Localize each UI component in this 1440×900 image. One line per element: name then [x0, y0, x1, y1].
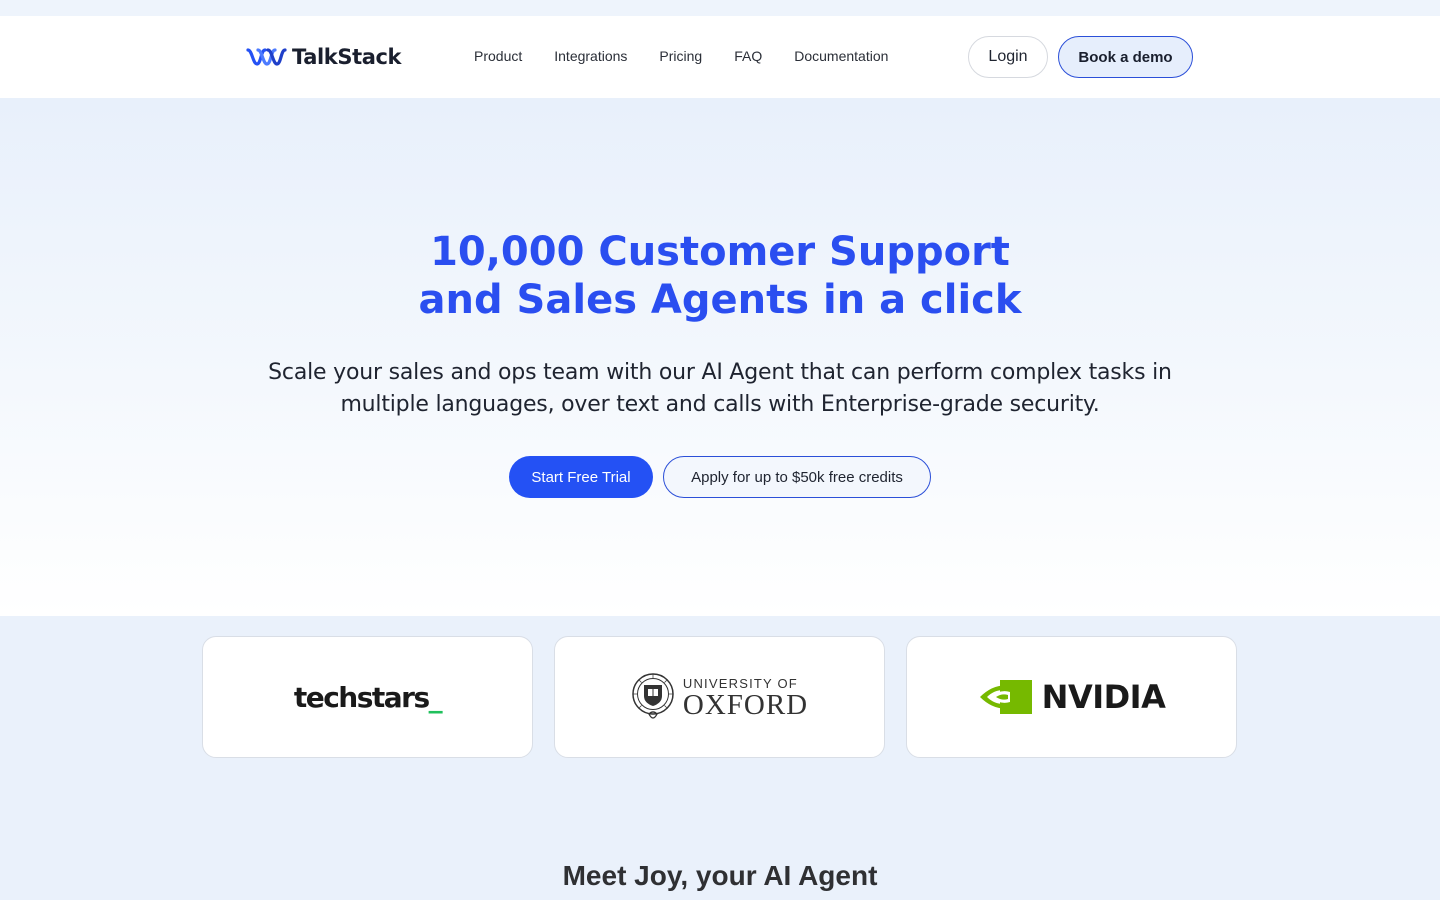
oxford-logo: UNIVERSITY OF OXFORD — [631, 670, 808, 724]
nav-link-documentation[interactable]: Documentation — [794, 48, 888, 64]
hero-subtitle: Scale your sales and ops team with our A… — [268, 360, 1172, 417]
meet-joy-heading: Meet Joy, your AI Agent — [562, 860, 878, 891]
oxford-main-line: OXFORD — [682, 688, 809, 721]
hero-section: 10,000 Customer Support and Sales Agents… — [0, 98, 1440, 616]
partner-logos-section: techstars_ UNIVERSITY OF OXFORD NVIDIA M… — [0, 616, 1440, 900]
techstars-wordmark: techstars — [293, 680, 430, 714]
hero-title-line-2: and Sales Agents in a click — [418, 277, 1022, 323]
nav-link-product[interactable]: Product — [474, 48, 522, 64]
start-free-trial-button[interactable]: Start Free Trial — [509, 456, 653, 498]
partner-card-nvidia: NVIDIA — [906, 636, 1237, 758]
partner-card-oxford: UNIVERSITY OF OXFORD — [554, 636, 885, 758]
brand-name: TalkStack — [292, 45, 402, 69]
nvidia-wordmark: NVIDIA — [1041, 678, 1166, 716]
apply-credits-button[interactable]: Apply for up to $50k free credits — [663, 456, 931, 498]
partner-card-techstars: techstars_ — [202, 636, 533, 758]
techstars-underscore: _ — [428, 680, 443, 714]
wave-logo-icon — [246, 48, 287, 66]
oxford-wordmark: UNIVERSITY OF OXFORD — [682, 676, 809, 721]
nvidia-eye-icon — [979, 680, 1032, 714]
login-button[interactable]: Login — [968, 36, 1048, 78]
nav-link-faq[interactable]: FAQ — [734, 48, 762, 64]
nvidia-logo: NVIDIA — [978, 678, 1166, 716]
oxford-crest-icon — [632, 673, 674, 719]
nav-item: Documentation — [794, 48, 888, 66]
hero-title: 10,000 Customer Support and Sales Agents… — [0, 228, 1440, 324]
top-strip — [0, 0, 1440, 16]
book-demo-button[interactable]: Book a demo — [1058, 36, 1193, 78]
brand-logo[interactable]: TalkStack — [246, 44, 402, 70]
nav-link-integrations[interactable]: Integrations — [554, 48, 627, 64]
main-nav: Product Integrations Pricing FAQ Documen… — [474, 48, 888, 66]
nav-item: Pricing — [659, 48, 702, 66]
nav-item: FAQ — [734, 48, 762, 66]
nav-item: Integrations — [554, 48, 627, 66]
nav-link-pricing[interactable]: Pricing — [659, 48, 702, 64]
nav-item: Product — [474, 48, 522, 66]
navbar: TalkStack Product Integrations Pricing F… — [0, 16, 1440, 98]
hero-title-line-1: 10,000 Customer Support — [430, 229, 1010, 275]
techstars-logo: techstars_ — [293, 680, 443, 714]
